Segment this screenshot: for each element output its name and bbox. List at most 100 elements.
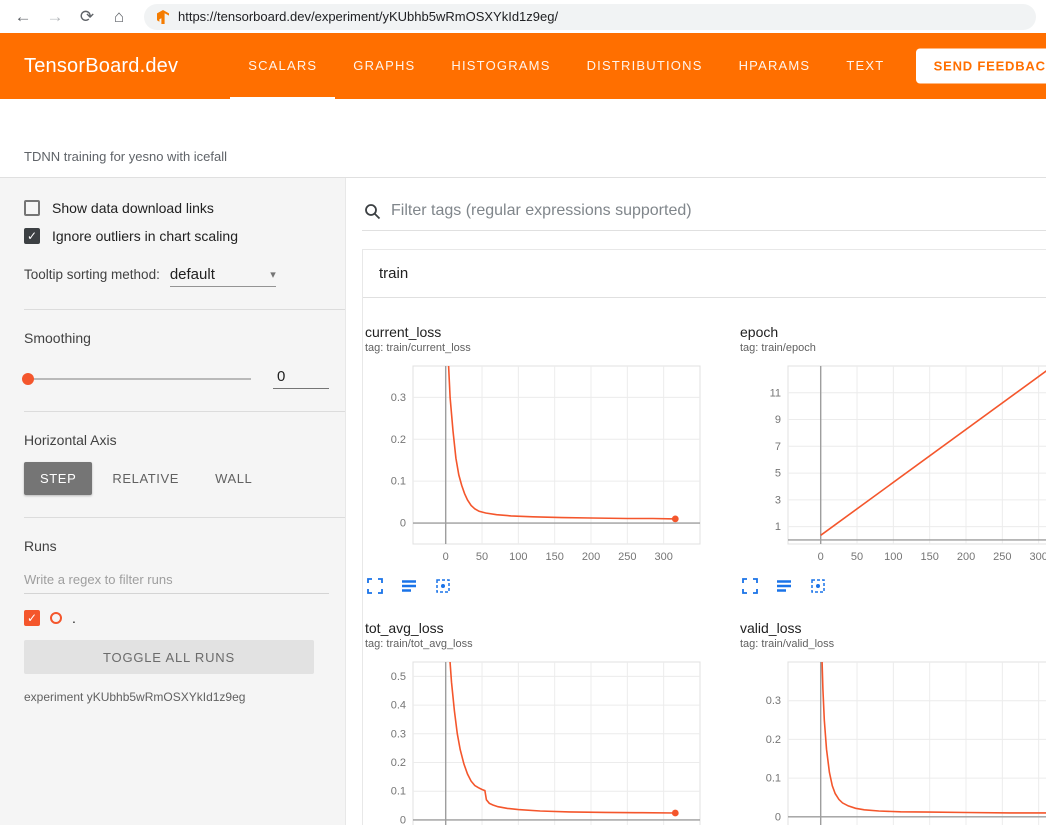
svg-text:50: 50 (851, 551, 863, 563)
run-name: . (72, 610, 76, 626)
reload-icon[interactable]: ⟳ (74, 4, 100, 30)
horizontal-axis-label: Horizontal Axis (24, 432, 329, 448)
slider-thumb[interactable] (22, 373, 34, 385)
svg-text:0.5: 0.5 (391, 671, 406, 683)
chart-title: tot_avg_loss (365, 620, 710, 636)
filter-tags-input[interactable] (391, 202, 1046, 220)
divider (24, 309, 345, 310)
svg-text:150: 150 (921, 551, 939, 563)
tag-group-title[interactable]: train (363, 250, 1046, 298)
svg-text:0.1: 0.1 (391, 476, 406, 488)
show-download-links-checkbox[interactable]: Show data download links (24, 200, 329, 216)
runs-selector-icon[interactable] (776, 578, 792, 594)
svg-text:0: 0 (818, 551, 824, 563)
svg-text:200: 200 (582, 551, 600, 563)
svg-text:9: 9 (775, 414, 781, 426)
checkbox-unchecked-icon (24, 200, 40, 216)
address-bar[interactable]: https://tensorboard.dev/experiment/yKUbh… (144, 4, 1036, 30)
fit-domain-icon[interactable] (435, 578, 451, 594)
svg-text:11: 11 (770, 387, 781, 399)
tab-distributions[interactable]: DISTRIBUTIONS (569, 33, 721, 99)
chevron-down-icon: ▾ (270, 268, 276, 281)
line-chart[interactable]: 1357911050100150200250300 (740, 362, 1046, 570)
expand-chart-icon[interactable] (367, 578, 383, 594)
line-chart[interactable]: 00.10.20.3050100150200250300 (740, 658, 1046, 825)
svg-text:200: 200 (957, 551, 975, 563)
expand-chart-icon[interactable] (742, 578, 758, 594)
axis-relative-button[interactable]: RELATIVE (96, 462, 195, 495)
chart-title: epoch (740, 324, 1046, 340)
toggle-all-runs-button[interactable]: TOGGLE ALL RUNS (24, 640, 314, 674)
chart-tag: tag: train/current_loss (365, 342, 710, 354)
filter-tags-row (362, 198, 1046, 231)
url-text[interactable]: https://tensorboard.dev/experiment/yKUbh… (178, 9, 558, 24)
chart-card: valid_loss tag: train/valid_loss 00.10.2… (740, 620, 1046, 825)
svg-text:1: 1 (775, 521, 781, 533)
run-color-icon (50, 612, 62, 624)
scalars-content: train current_loss tag: train/current_lo… (346, 178, 1046, 825)
svg-text:0.2: 0.2 (766, 734, 781, 746)
chart-tag: tag: train/epoch (740, 342, 1046, 354)
line-chart[interactable]: 00.10.20.3050100150200250300 (365, 362, 710, 570)
forward-icon[interactable]: → (42, 4, 68, 30)
run-row[interactable]: . (24, 610, 329, 626)
chart-card: current_loss tag: train/current_loss 0 0.… (365, 324, 710, 594)
svg-text:300: 300 (654, 551, 672, 563)
svg-text:0.3: 0.3 (391, 392, 406, 404)
line-chart[interactable]: 00.10.20.30.40.5050100150200250300 (365, 658, 710, 825)
runs-selector-icon[interactable] (401, 578, 417, 594)
chart-toolbar (740, 578, 1046, 594)
back-icon[interactable]: ← (10, 4, 36, 30)
search-icon (364, 203, 381, 220)
svg-text:0.1: 0.1 (391, 786, 406, 798)
svg-text:0: 0 (443, 551, 449, 563)
svg-text:250: 250 (618, 551, 636, 563)
tab-hparams[interactable]: HPARAMS (721, 33, 829, 99)
svg-text:0.3: 0.3 (391, 728, 406, 740)
horizontal-axis-buttons: STEP RELATIVE WALL (24, 462, 329, 495)
tab-histograms[interactable]: HISTOGRAMS (433, 33, 568, 99)
ignore-outliers-checkbox[interactable]: Ignore outliers in chart scaling (24, 228, 329, 244)
svg-text:7: 7 (775, 441, 781, 453)
smoothing-slider[interactable] (24, 378, 251, 380)
run-checkbox-icon[interactable] (24, 610, 40, 626)
checkbox-label: Show data download links (52, 200, 214, 216)
smoothing-label: Smoothing (24, 330, 329, 346)
chart-title: current_loss (365, 324, 710, 340)
send-feedback-button[interactable]: SEND FEEDBACK (916, 49, 1046, 84)
tooltip-sorting-dropdown[interactable]: default ▾ (170, 266, 276, 287)
chart-title: valid_loss (740, 620, 1046, 636)
svg-text:100: 100 (509, 551, 527, 563)
chart-card: tot_avg_loss tag: train/tot_avg_loss 00.… (365, 620, 710, 825)
axis-wall-button[interactable]: WALL (199, 462, 268, 495)
chart-tag: tag: train/valid_loss (740, 638, 1046, 650)
smoothing-value-field[interactable]: 0 (273, 368, 329, 389)
checkbox-checked-icon (24, 228, 40, 244)
smoothing-row: 0 (24, 368, 329, 389)
tab-graphs[interactable]: GRAPHS (335, 33, 433, 99)
home-icon[interactable]: ⌂ (106, 4, 132, 30)
svg-text:0: 0 (400, 518, 406, 530)
axis-step-button[interactable]: STEP (24, 462, 92, 495)
experiment-strip: TDNN training for yesno with icefall (0, 99, 1046, 178)
experiment-note: experiment yKUbhb5wRmOSXYkId1z9eg (24, 690, 329, 704)
runs-filter-input[interactable] (24, 568, 329, 594)
svg-text:250: 250 (993, 551, 1011, 563)
chart-tag: tag: train/tot_avg_loss (365, 638, 710, 650)
tab-text[interactable]: TEXT (828, 33, 902, 99)
app-logo[interactable]: TensorBoard.dev (24, 55, 178, 78)
charts-grid: current_loss tag: train/current_loss 00.… (363, 298, 1046, 825)
tooltip-sorting-label: Tooltip sorting method: (24, 267, 160, 282)
divider (24, 411, 345, 412)
tab-scalars[interactable]: SCALARS (230, 33, 335, 99)
svg-text:100: 100 (884, 551, 902, 563)
divider (24, 517, 345, 518)
svg-text:5: 5 (775, 468, 781, 480)
svg-text:150: 150 (546, 551, 564, 563)
app-header: TensorBoard.dev SCALARS GRAPHS HISTOGRAM… (0, 33, 1046, 99)
svg-text:3: 3 (775, 494, 781, 506)
experiment-title: TDNN training for yesno with icefall (24, 149, 227, 164)
svg-text:0.4: 0.4 (391, 700, 406, 712)
svg-text:50: 50 (476, 551, 488, 563)
fit-domain-icon[interactable] (810, 578, 826, 594)
